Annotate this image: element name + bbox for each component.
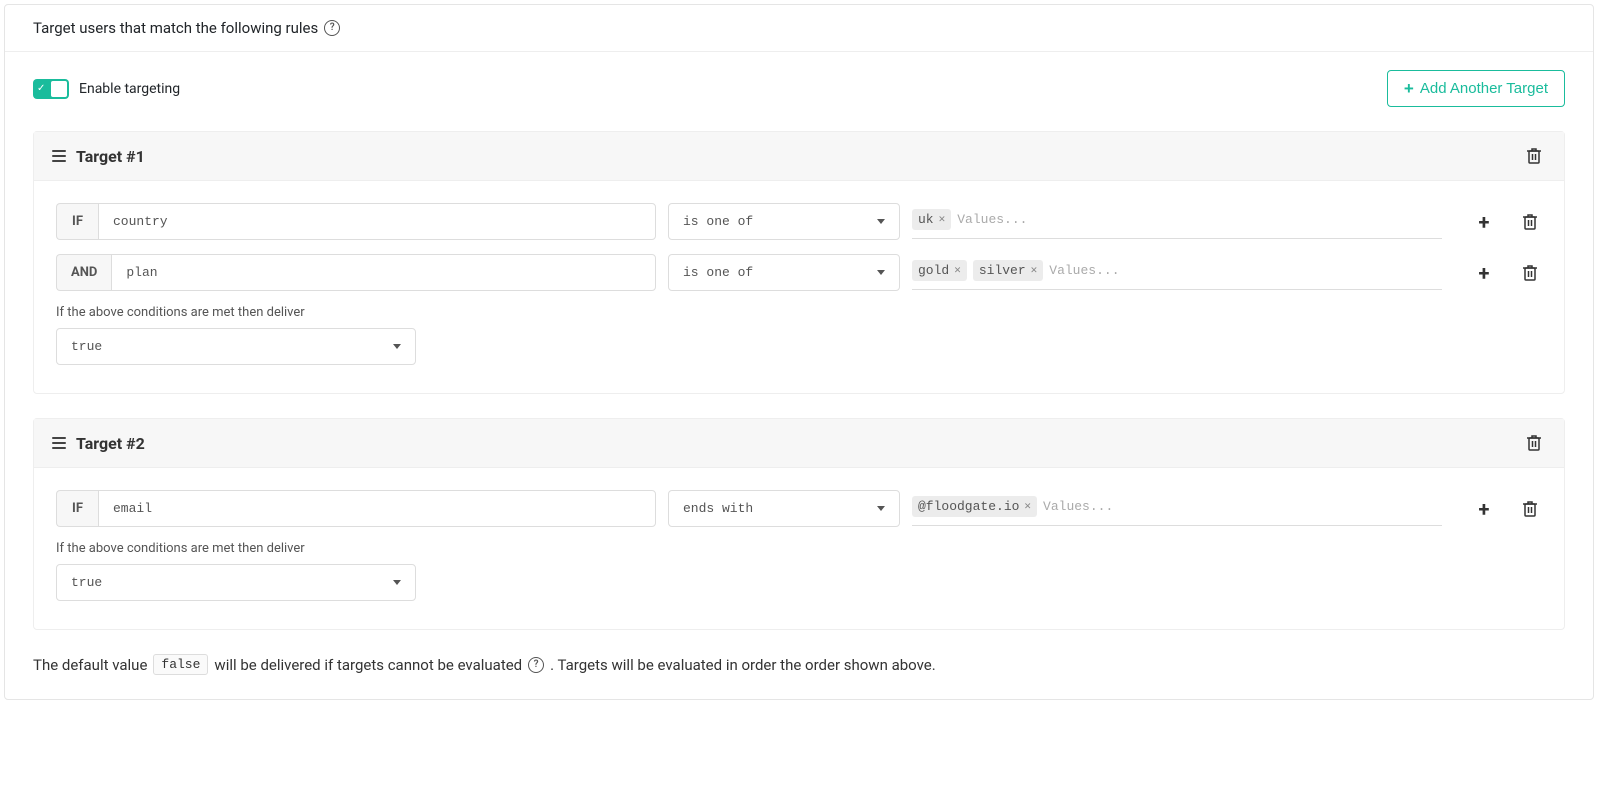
rule-prefix: AND bbox=[56, 254, 111, 291]
delete-rule-button[interactable] bbox=[1518, 210, 1542, 234]
operator-select[interactable]: is one of bbox=[668, 254, 900, 291]
target-title: Target #1 bbox=[76, 147, 145, 166]
enable-targeting-toggle[interactable]: ✓ bbox=[33, 79, 69, 99]
rule-actions: + bbox=[1472, 261, 1542, 285]
target-header-left: Target #2 bbox=[52, 434, 145, 453]
deliver-select[interactable]: true bbox=[56, 564, 416, 601]
remove-tag-icon[interactable]: ✕ bbox=[1024, 499, 1031, 513]
operator-select[interactable]: is one of bbox=[668, 203, 900, 240]
toggle-knob bbox=[51, 81, 67, 97]
drag-handle-icon[interactable] bbox=[52, 150, 66, 162]
target-body: IFemail ends with @floodgate.io ✕ Values...… bbox=[34, 468, 1564, 629]
operator-value: ends with bbox=[683, 501, 753, 516]
add-rule-button[interactable]: + bbox=[1472, 497, 1496, 521]
delete-rule-button[interactable] bbox=[1518, 497, 1542, 521]
add-another-target-label: Add Another Target bbox=[1420, 80, 1548, 97]
remove-tag-icon[interactable]: ✕ bbox=[1031, 263, 1038, 277]
values-input[interactable]: gold ✕ silver ✕ Values... bbox=[912, 256, 1442, 290]
deliver-value: true bbox=[71, 339, 102, 354]
add-another-target-button[interactable]: + Add Another Target bbox=[1387, 70, 1565, 107]
enable-targeting-label: Enable targeting bbox=[79, 81, 180, 97]
delete-target-button[interactable] bbox=[1522, 431, 1546, 455]
help-icon[interactable]: ? bbox=[528, 657, 544, 673]
values-placeholder: Values... bbox=[957, 212, 1027, 227]
targeting-panel: Target users that match the following ru… bbox=[4, 4, 1594, 700]
delete-rule-button[interactable] bbox=[1518, 261, 1542, 285]
values-placeholder: Values... bbox=[1043, 499, 1113, 514]
help-icon[interactable]: ? bbox=[324, 20, 340, 36]
footer-note: The default value false will be delivere… bbox=[33, 654, 1565, 675]
target-header-left: Target #1 bbox=[52, 147, 145, 166]
top-row: ✓ Enable targeting + Add Another Target bbox=[33, 70, 1565, 107]
deliver-select[interactable]: true bbox=[56, 328, 416, 365]
rule-row: IFcountry is one of uk ✕ Values... + bbox=[56, 203, 1542, 240]
chevron-down-icon bbox=[393, 344, 401, 349]
panel-body: ✓ Enable targeting + Add Another Target … bbox=[5, 52, 1593, 699]
values-input[interactable]: @floodgate.io ✕ Values... bbox=[912, 492, 1442, 526]
rule-row: IFemail ends with @floodgate.io ✕ Values...… bbox=[56, 490, 1542, 527]
chevron-down-icon bbox=[393, 580, 401, 585]
chevron-down-icon bbox=[877, 219, 885, 224]
value-tag: silver ✕ bbox=[973, 260, 1043, 281]
drag-handle-icon[interactable] bbox=[52, 437, 66, 449]
plus-icon: + bbox=[1479, 499, 1490, 519]
attribute-group: IFcountry bbox=[56, 203, 656, 240]
deliver-label: If the above conditions are met then del… bbox=[56, 541, 1542, 556]
rule-prefix: IF bbox=[56, 203, 98, 240]
rule-actions: + bbox=[1472, 210, 1542, 234]
target-header: Target #2 bbox=[34, 419, 1564, 468]
footer-pre: The default value bbox=[33, 656, 147, 674]
plus-icon: + bbox=[1479, 263, 1490, 283]
rule-row: ANDplan is one of gold ✕ silver ✕ Values... + bbox=[56, 254, 1542, 291]
target-card: Target #1 IFcountry is one of uk ✕ Values...… bbox=[33, 131, 1565, 394]
operator-select[interactable]: ends with bbox=[668, 490, 900, 527]
target-title: Target #2 bbox=[76, 434, 145, 453]
target-header: Target #1 bbox=[34, 132, 1564, 181]
plus-icon: + bbox=[1479, 212, 1490, 232]
panel-title: Target users that match the following ru… bbox=[33, 19, 318, 37]
footer-post: . Targets will be evaluated in order the… bbox=[550, 656, 936, 674]
attribute-input[interactable]: plan bbox=[111, 254, 656, 291]
attribute-input[interactable]: email bbox=[98, 490, 656, 527]
target-body: IFcountry is one of uk ✕ Values... + ANDplan i… bbox=[34, 181, 1564, 393]
values-input[interactable]: uk ✕ Values... bbox=[912, 205, 1442, 239]
rule-prefix: IF bbox=[56, 490, 98, 527]
enable-targeting-group: ✓ Enable targeting bbox=[33, 79, 180, 99]
rule-actions: + bbox=[1472, 497, 1542, 521]
values-placeholder: Values... bbox=[1049, 263, 1119, 278]
value-tag: gold ✕ bbox=[912, 260, 967, 281]
chevron-down-icon bbox=[877, 270, 885, 275]
operator-value: is one of bbox=[683, 265, 753, 280]
chevron-down-icon bbox=[877, 506, 885, 511]
target-card: Target #2 IFemail ends with @floodgate.io ✕… bbox=[33, 418, 1565, 630]
deliver-value: true bbox=[71, 575, 102, 590]
deliver-label: If the above conditions are met then del… bbox=[56, 305, 1542, 320]
value-tag: uk ✕ bbox=[912, 209, 951, 230]
default-value-badge: false bbox=[153, 654, 208, 675]
check-icon: ✓ bbox=[37, 84, 45, 94]
footer-mid: will be delivered if targets cannot be e… bbox=[214, 656, 522, 674]
remove-tag-icon[interactable]: ✕ bbox=[939, 212, 946, 226]
attribute-group: IFemail bbox=[56, 490, 656, 527]
operator-value: is one of bbox=[683, 214, 753, 229]
add-rule-button[interactable]: + bbox=[1472, 261, 1496, 285]
attribute-group: ANDplan bbox=[56, 254, 656, 291]
remove-tag-icon[interactable]: ✕ bbox=[954, 263, 961, 277]
panel-header: Target users that match the following ru… bbox=[5, 5, 1593, 52]
delete-target-button[interactable] bbox=[1522, 144, 1546, 168]
attribute-input[interactable]: country bbox=[98, 203, 656, 240]
add-rule-button[interactable]: + bbox=[1472, 210, 1496, 234]
plus-icon: + bbox=[1404, 80, 1414, 97]
value-tag: @floodgate.io ✕ bbox=[912, 496, 1037, 517]
